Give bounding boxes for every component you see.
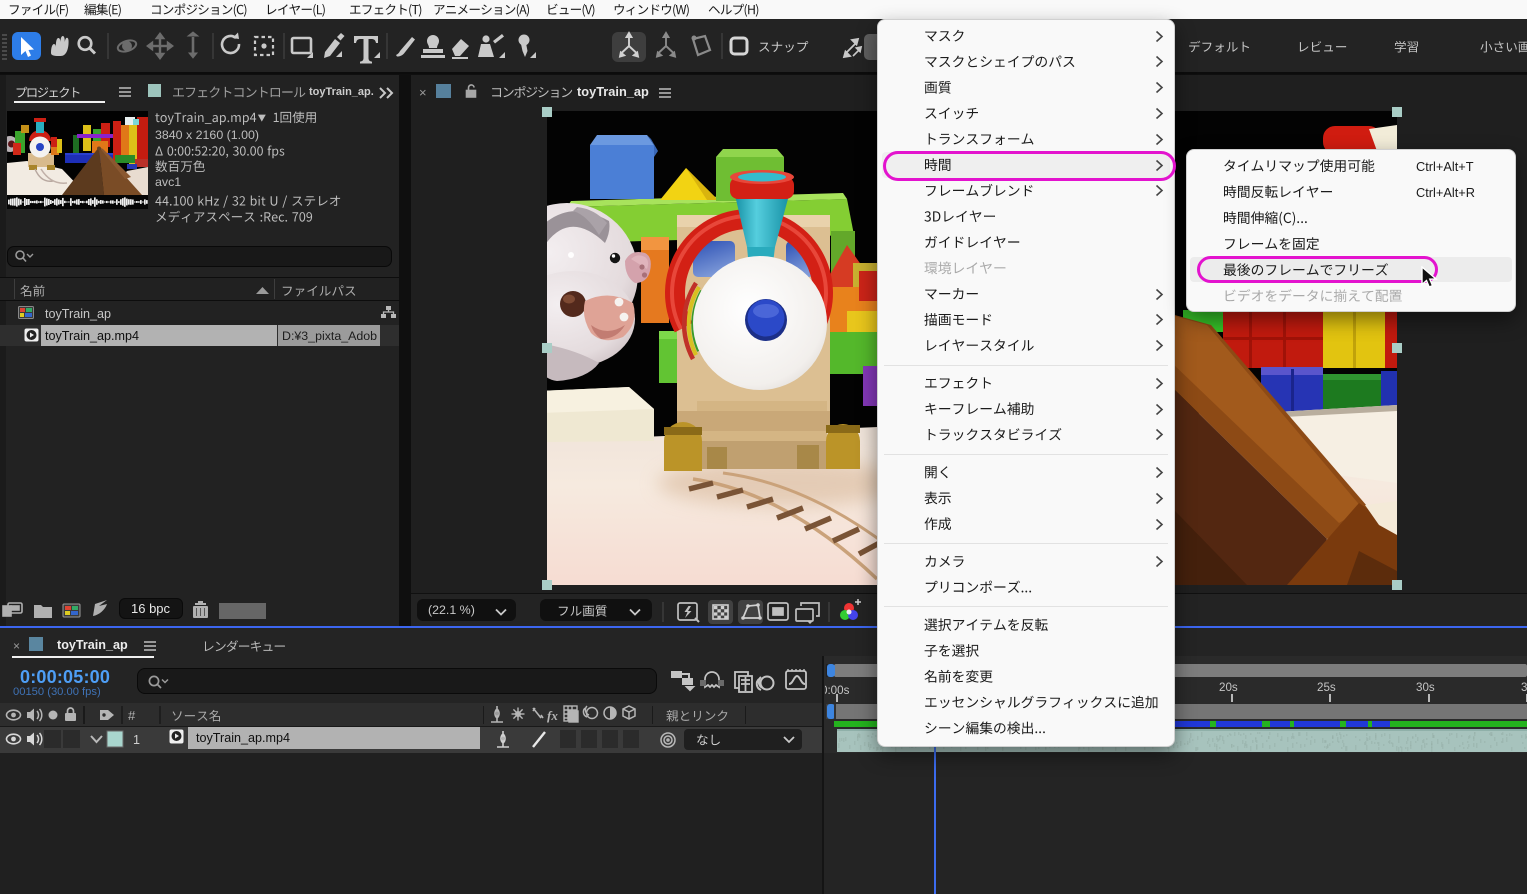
svg-text:fx: fx — [547, 708, 558, 723]
svg-text:#: # — [128, 708, 136, 723]
svg-text:1: 1 — [133, 733, 140, 747]
